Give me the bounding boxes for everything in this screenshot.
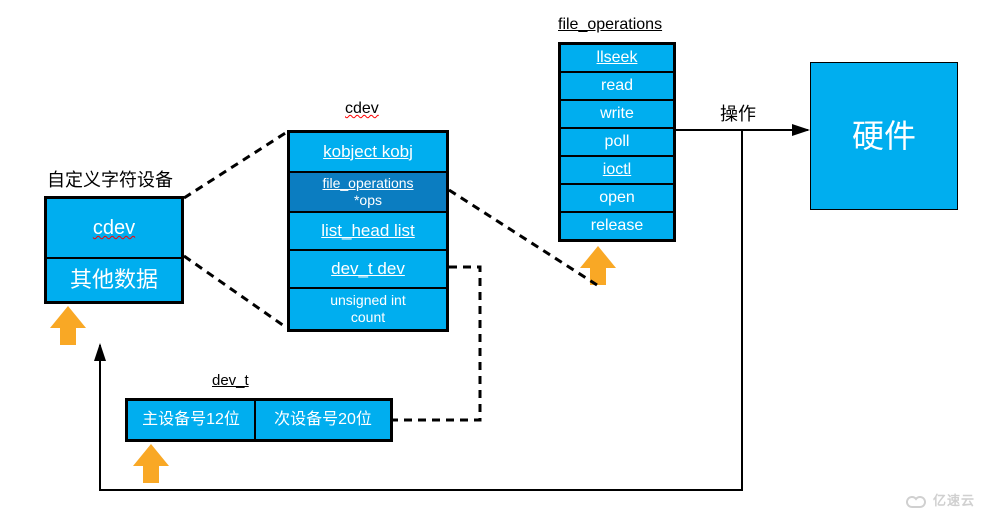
cdev-devt: dev_t dev — [289, 250, 447, 288]
fop-read: read — [560, 72, 674, 100]
fop-write: write — [560, 100, 674, 128]
fop-open: open — [560, 184, 674, 212]
fileops-struct: llseek read write poll ioctl open releas… — [558, 42, 676, 242]
custom-row-other: 其他数据 — [46, 258, 182, 302]
devt-struct: 主设备号12位 次设备号20位 — [125, 398, 393, 442]
cdev-listhead: list_head list — [289, 212, 447, 250]
hardware-box: 硬件 — [810, 62, 958, 210]
custom-device-struct: cdev 其他数据 — [44, 196, 184, 304]
operate-label: 操作 — [720, 100, 756, 126]
devt-minor: 次设备号20位 — [255, 400, 391, 440]
custom-row-cdev: cdev — [46, 198, 182, 258]
devt-major: 主设备号12位 — [127, 400, 255, 440]
fop-llseek: llseek — [560, 44, 674, 72]
cdev-fileops-ptr: file_operations*ops — [289, 172, 447, 212]
cdev-count: unsigned intcount — [289, 288, 447, 330]
fileops-title: file_operations — [558, 16, 662, 34]
fop-poll: poll — [560, 128, 674, 156]
cdev-kobject: kobject kobj — [289, 132, 447, 172]
devt-title: dev_t — [212, 372, 249, 389]
fop-ioctl: ioctl — [560, 156, 674, 184]
cdev-struct: kobject kobj file_operations*ops list_he… — [287, 130, 449, 332]
cdev-title: cdev — [345, 100, 379, 118]
watermark: 亿速云 — [906, 490, 975, 509]
fop-release: release — [560, 212, 674, 240]
custom-device-title: 自定义字符设备 — [47, 166, 173, 192]
